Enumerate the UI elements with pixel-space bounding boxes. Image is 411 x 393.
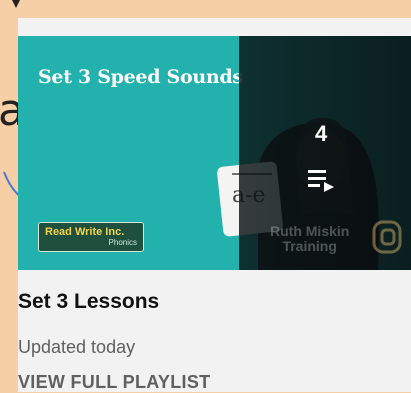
watermark-line-1: Ruth Miskin [270, 223, 350, 239]
training-watermark: Ruth Miskin Training [270, 224, 349, 254]
playlist-title[interactable]: Set 3 Lessons [18, 290, 159, 314]
playlist-card: Set 3 Speed Sounds a-e Read Write Inc. P… [18, 18, 411, 392]
view-full-playlist-link[interactable]: VIEW FULL PLAYLIST [18, 372, 210, 393]
playlist-play-icon [308, 170, 334, 192]
training-logo-icon [372, 220, 402, 254]
playlist-thumbnail[interactable]: Set 3 Speed Sounds a-e Read Write Inc. P… [18, 36, 411, 270]
updated-text: Updated today [18, 337, 136, 357]
video-count: 4 [315, 121, 328, 146]
readwriteinc-logo: Read Write Inc. Phonics [38, 222, 144, 252]
logo-main-text: Read Write Inc. [45, 226, 125, 238]
logo-sub-text: Phonics [108, 238, 137, 247]
watermark-line-2: Training [282, 238, 337, 254]
